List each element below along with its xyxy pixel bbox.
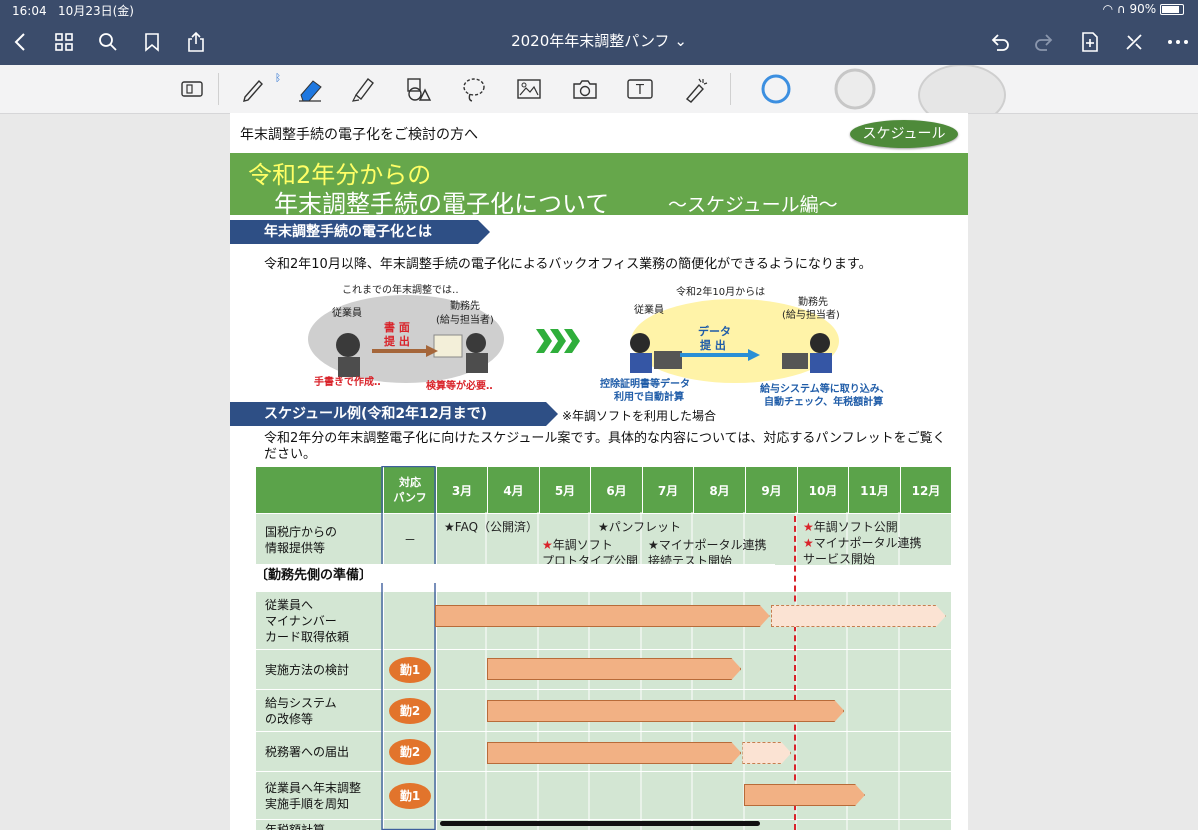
document-title: 2020年年末調整パンフ: [511, 32, 670, 50]
battery-percent: 90%: [1129, 2, 1157, 16]
task-label: 従業員へ マイナンバー カード取得依頼: [255, 591, 384, 650]
illus-after-note-left-2: 利用で自動計算: [614, 392, 684, 403]
add-page-icon[interactable]: [1072, 18, 1108, 65]
pen-settings-icon[interactable]: [1116, 18, 1152, 65]
pamphlet-column-border: [381, 466, 436, 830]
bluetooth-icon: ᛒ: [275, 72, 281, 84]
task-bar: [744, 784, 865, 806]
navigation-bar: 2020年年末調整パンフ ⌄: [0, 18, 1198, 65]
color-swatch-blue-icon[interactable]: [756, 65, 796, 113]
nta-event: ★年調ソフト公開: [803, 520, 898, 534]
wifi-icon: ◠: [1102, 2, 1114, 16]
task-bar-tentative: [742, 742, 791, 764]
pen-icon[interactable]: [232, 65, 272, 113]
schedule-badge: スケジュール: [850, 120, 958, 148]
task-label: 年税額計算: [255, 819, 384, 830]
back-icon[interactable]: [2, 18, 38, 65]
task-bar: [487, 700, 845, 722]
illus-before-note-left: 手書きで作成‥: [314, 377, 381, 388]
status-date: 10月23日(金): [58, 4, 134, 18]
page-heading: 年末調整手続の電子化をご検討の方へ: [240, 127, 478, 143]
section-employer-prep: 〔勤務先側の準備〕: [255, 564, 775, 583]
task-label: 税務署への届出: [255, 731, 384, 772]
lasso-icon[interactable]: [454, 65, 494, 113]
color-swatch-gray-icon[interactable]: [826, 65, 884, 113]
task-bar: [487, 742, 742, 764]
illus-before-employee: 従業員: [332, 308, 362, 319]
toolbar-divider: [730, 73, 731, 105]
october-deadline-line: [794, 516, 796, 830]
nta-event: ★マイナポータル連携 サービス開始: [803, 536, 922, 566]
drawing-toolbar: ᛒ T: [0, 65, 1198, 114]
illus-before-note-right: 検算等が必要‥: [426, 381, 493, 392]
textbox-icon[interactable]: T: [620, 65, 660, 113]
illus-after-employer-role: (給与担当者): [782, 310, 840, 321]
svg-text:T: T: [635, 83, 644, 98]
bookmark-icon[interactable]: [134, 18, 170, 65]
more-options-icon[interactable]: [1160, 18, 1196, 65]
green-chevrons-icon: [536, 329, 580, 353]
laser-pointer-icon[interactable]: [675, 65, 715, 113]
title-banner: 令和2年分からの 年末調整手続の電子化について ～スケジュール編～: [230, 153, 968, 218]
home-indicator: [440, 821, 760, 826]
arrow-right-icon: [680, 349, 760, 361]
schedule-description: 令和2年分の年末調整電子化に向けたスケジュール案です。具体的な内容については、対…: [264, 431, 946, 462]
shapes-icon[interactable]: [398, 65, 438, 113]
nta-event: ★FAQ（公開済）: [444, 520, 539, 534]
page-layout-icon[interactable]: [172, 65, 212, 113]
toolbar-divider: [218, 73, 219, 105]
section-ribbon-1: 年末調整手続の電子化とは: [230, 220, 490, 244]
illus-after-employee: 従業員: [634, 305, 664, 316]
section-ribbon-2: スケジュール例(令和2年12月まで): [230, 402, 558, 426]
task-label: 従業員へ年末調整 実施手順を周知: [255, 771, 384, 820]
highlighter-icon[interactable]: [342, 65, 382, 113]
illus-after-note-right-2: 自動チェック、年税額計算: [764, 397, 884, 408]
status-time: 16:04: [12, 4, 47, 18]
task-label: 給与システム の改修等: [255, 689, 384, 732]
color-swatch-transparent-icon[interactable]: [912, 65, 1012, 113]
task-bar: [487, 658, 742, 680]
task-label: 実施方法の検討: [255, 649, 384, 690]
illus-before-employer-role: (給与担当者): [436, 315, 494, 326]
illus-before-employer: 勤務先: [450, 301, 480, 312]
headphones-icon: ∩: [1116, 2, 1126, 16]
nta-event: ★パンフレット: [598, 520, 682, 534]
status-bar: 16:04 10月23日(金) ◠ ∩ 90%: [0, 0, 1198, 18]
share-icon[interactable]: [178, 18, 214, 65]
battery-icon: [1160, 4, 1184, 15]
eraser-icon[interactable]: [290, 65, 330, 113]
banner-line2: 年末調整手続の電子化について: [274, 190, 610, 218]
arrow-right-icon: [372, 345, 438, 357]
camera-icon[interactable]: [565, 65, 605, 113]
chevron-down-icon: ⌄: [674, 32, 687, 50]
table-corner: [255, 466, 384, 514]
image-icon[interactable]: [509, 65, 549, 113]
document-page: 年末調整手続の電子化をご検討の方へ スケジュール 令和2年分からの 年末調整手続…: [230, 113, 968, 830]
banner-suffix: ～スケジュール編～: [668, 194, 838, 216]
redo-icon[interactable]: [1026, 18, 1062, 65]
task-bar: [435, 605, 770, 627]
nta-row-label: 国税庁からの 情報提供等: [255, 513, 384, 566]
undo-icon[interactable]: [982, 18, 1018, 65]
intro-text: 令和2年10月以降、年末調整手続の電子化によるバックオフィス業務の簡便化ができる…: [264, 257, 872, 272]
search-icon[interactable]: [90, 18, 126, 65]
section2-note: ※年調ソフトを利用した場合: [562, 409, 717, 423]
task-bar-tentative: [771, 605, 946, 627]
thumbnails-grid-icon[interactable]: [46, 18, 82, 65]
